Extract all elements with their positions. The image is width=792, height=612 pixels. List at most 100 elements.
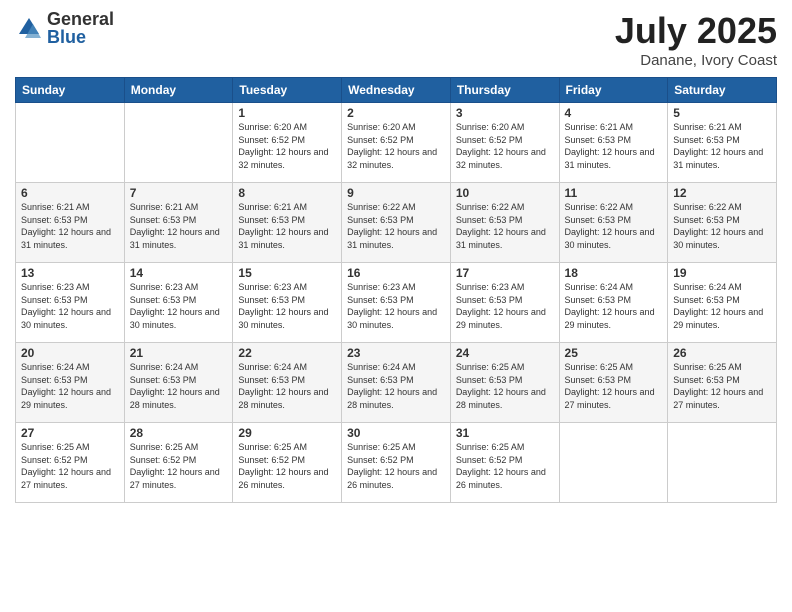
day-info: Sunrise: 6:20 AM Sunset: 6:52 PM Dayligh… [238,121,336,171]
calendar-cell: 26Sunrise: 6:25 AM Sunset: 6:53 PM Dayli… [668,343,777,423]
calendar-cell: 11Sunrise: 6:22 AM Sunset: 6:53 PM Dayli… [559,183,668,263]
calendar-cell: 2Sunrise: 6:20 AM Sunset: 6:52 PM Daylig… [342,103,451,183]
day-number: 26 [673,346,771,360]
day-number: 14 [130,266,228,280]
day-info: Sunrise: 6:24 AM Sunset: 6:53 PM Dayligh… [347,361,445,411]
day-info: Sunrise: 6:25 AM Sunset: 6:53 PM Dayligh… [673,361,771,411]
calendar-table: SundayMondayTuesdayWednesdayThursdayFrid… [15,77,777,503]
title-block: July 2025 Danane, Ivory Coast [615,10,777,69]
day-number: 23 [347,346,445,360]
day-number: 27 [21,426,119,440]
calendar-cell: 10Sunrise: 6:22 AM Sunset: 6:53 PM Dayli… [450,183,559,263]
logo-text: General Blue [47,10,114,46]
day-number: 21 [130,346,228,360]
day-info: Sunrise: 6:23 AM Sunset: 6:53 PM Dayligh… [21,281,119,331]
calendar-cell: 17Sunrise: 6:23 AM Sunset: 6:53 PM Dayli… [450,263,559,343]
day-number: 18 [565,266,663,280]
day-info: Sunrise: 6:22 AM Sunset: 6:53 PM Dayligh… [565,201,663,251]
calendar-cell: 6Sunrise: 6:21 AM Sunset: 6:53 PM Daylig… [16,183,125,263]
calendar-cell [16,103,125,183]
day-info: Sunrise: 6:25 AM Sunset: 6:52 PM Dayligh… [238,441,336,491]
day-info: Sunrise: 6:21 AM Sunset: 6:53 PM Dayligh… [565,121,663,171]
calendar-cell: 16Sunrise: 6:23 AM Sunset: 6:53 PM Dayli… [342,263,451,343]
calendar-cell: 28Sunrise: 6:25 AM Sunset: 6:52 PM Dayli… [124,423,233,503]
day-info: Sunrise: 6:22 AM Sunset: 6:53 PM Dayligh… [673,201,771,251]
day-info: Sunrise: 6:21 AM Sunset: 6:53 PM Dayligh… [21,201,119,251]
day-number: 11 [565,186,663,200]
logo-icon [15,14,43,42]
calendar-day-header: Friday [559,78,668,103]
subtitle: Danane, Ivory Coast [615,52,777,69]
day-number: 12 [673,186,771,200]
calendar-cell: 15Sunrise: 6:23 AM Sunset: 6:53 PM Dayli… [233,263,342,343]
day-info: Sunrise: 6:25 AM Sunset: 6:53 PM Dayligh… [565,361,663,411]
calendar-cell: 23Sunrise: 6:24 AM Sunset: 6:53 PM Dayli… [342,343,451,423]
calendar-cell: 12Sunrise: 6:22 AM Sunset: 6:53 PM Dayli… [668,183,777,263]
day-info: Sunrise: 6:20 AM Sunset: 6:52 PM Dayligh… [456,121,554,171]
day-number: 2 [347,106,445,120]
day-number: 1 [238,106,336,120]
day-number: 6 [21,186,119,200]
calendar-cell: 3Sunrise: 6:20 AM Sunset: 6:52 PM Daylig… [450,103,559,183]
day-number: 5 [673,106,771,120]
calendar-cell: 27Sunrise: 6:25 AM Sunset: 6:52 PM Dayli… [16,423,125,503]
calendar-cell: 14Sunrise: 6:23 AM Sunset: 6:53 PM Dayli… [124,263,233,343]
calendar-cell: 18Sunrise: 6:24 AM Sunset: 6:53 PM Dayli… [559,263,668,343]
calendar-cell: 9Sunrise: 6:22 AM Sunset: 6:53 PM Daylig… [342,183,451,263]
day-info: Sunrise: 6:25 AM Sunset: 6:52 PM Dayligh… [21,441,119,491]
day-number: 7 [130,186,228,200]
day-info: Sunrise: 6:25 AM Sunset: 6:52 PM Dayligh… [130,441,228,491]
day-info: Sunrise: 6:25 AM Sunset: 6:53 PM Dayligh… [456,361,554,411]
day-info: Sunrise: 6:23 AM Sunset: 6:53 PM Dayligh… [238,281,336,331]
calendar-cell: 21Sunrise: 6:24 AM Sunset: 6:53 PM Dayli… [124,343,233,423]
calendar-day-header: Saturday [668,78,777,103]
calendar-cell [668,423,777,503]
day-info: Sunrise: 6:21 AM Sunset: 6:53 PM Dayligh… [130,201,228,251]
day-number: 4 [565,106,663,120]
day-number: 28 [130,426,228,440]
calendar-cell [124,103,233,183]
header: General Blue July 2025 Danane, Ivory Coa… [15,10,777,69]
day-number: 13 [21,266,119,280]
day-number: 8 [238,186,336,200]
calendar-header-row: SundayMondayTuesdayWednesdayThursdayFrid… [16,78,777,103]
calendar-day-header: Thursday [450,78,559,103]
calendar-cell: 5Sunrise: 6:21 AM Sunset: 6:53 PM Daylig… [668,103,777,183]
calendar-cell: 8Sunrise: 6:21 AM Sunset: 6:53 PM Daylig… [233,183,342,263]
logo-general: General [47,10,114,28]
calendar-cell: 24Sunrise: 6:25 AM Sunset: 6:53 PM Dayli… [450,343,559,423]
day-number: 22 [238,346,336,360]
calendar-cell: 7Sunrise: 6:21 AM Sunset: 6:53 PM Daylig… [124,183,233,263]
day-info: Sunrise: 6:21 AM Sunset: 6:53 PM Dayligh… [673,121,771,171]
day-info: Sunrise: 6:24 AM Sunset: 6:53 PM Dayligh… [21,361,119,411]
calendar-week-row: 6Sunrise: 6:21 AM Sunset: 6:53 PM Daylig… [16,183,777,263]
calendar-week-row: 1Sunrise: 6:20 AM Sunset: 6:52 PM Daylig… [16,103,777,183]
day-number: 20 [21,346,119,360]
calendar-cell: 25Sunrise: 6:25 AM Sunset: 6:53 PM Dayli… [559,343,668,423]
day-number: 10 [456,186,554,200]
calendar-cell: 20Sunrise: 6:24 AM Sunset: 6:53 PM Dayli… [16,343,125,423]
day-info: Sunrise: 6:24 AM Sunset: 6:53 PM Dayligh… [130,361,228,411]
calendar-cell: 19Sunrise: 6:24 AM Sunset: 6:53 PM Dayli… [668,263,777,343]
calendar-cell [559,423,668,503]
day-info: Sunrise: 6:24 AM Sunset: 6:53 PM Dayligh… [238,361,336,411]
day-info: Sunrise: 6:20 AM Sunset: 6:52 PM Dayligh… [347,121,445,171]
day-number: 9 [347,186,445,200]
day-number: 25 [565,346,663,360]
day-info: Sunrise: 6:23 AM Sunset: 6:53 PM Dayligh… [456,281,554,331]
calendar-cell: 31Sunrise: 6:25 AM Sunset: 6:52 PM Dayli… [450,423,559,503]
day-info: Sunrise: 6:25 AM Sunset: 6:52 PM Dayligh… [456,441,554,491]
calendar-cell: 1Sunrise: 6:20 AM Sunset: 6:52 PM Daylig… [233,103,342,183]
day-number: 19 [673,266,771,280]
calendar-cell: 29Sunrise: 6:25 AM Sunset: 6:52 PM Dayli… [233,423,342,503]
day-info: Sunrise: 6:22 AM Sunset: 6:53 PM Dayligh… [456,201,554,251]
calendar-week-row: 20Sunrise: 6:24 AM Sunset: 6:53 PM Dayli… [16,343,777,423]
day-number: 31 [456,426,554,440]
main-title: July 2025 [615,10,777,52]
day-number: 30 [347,426,445,440]
day-number: 3 [456,106,554,120]
day-info: Sunrise: 6:24 AM Sunset: 6:53 PM Dayligh… [673,281,771,331]
logo-blue: Blue [47,28,114,46]
logo: General Blue [15,10,114,46]
calendar-day-header: Wednesday [342,78,451,103]
